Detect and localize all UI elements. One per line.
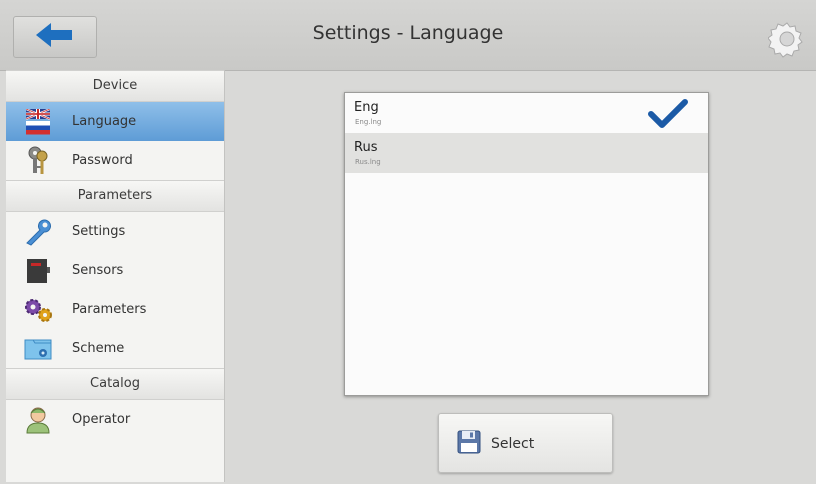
section-header-device: Device (6, 70, 224, 102)
header-bar: Settings - Language (0, 0, 816, 71)
sidebar-item-scheme[interactable]: Scheme (6, 329, 224, 368)
operator-icon (20, 405, 56, 435)
sidebar-item-settings[interactable]: Settings (6, 212, 224, 251)
sidebar-item-label: Language (72, 114, 137, 129)
list-item-eng[interactable]: Eng Eng.lng (345, 93, 708, 133)
sidebar-item-parameters[interactable]: Parameters (6, 290, 224, 329)
gears-icon (20, 295, 56, 325)
scheme-icon (20, 334, 56, 364)
language-name: Eng (354, 100, 379, 115)
sidebar-item-sensors[interactable]: Sensors (6, 251, 224, 290)
section-header-parameters: Parameters (6, 180, 224, 212)
page-title: Settings - Language (312, 22, 504, 44)
wrench-icon (20, 217, 56, 247)
floppy-disk-icon (457, 430, 481, 458)
language-file: Eng.lng (355, 118, 382, 126)
keys-icon (20, 146, 56, 176)
language-list: Eng Eng.lng Rus Rus.lng (344, 92, 709, 396)
sidebar: Device Language Password Parameters Sett… (6, 70, 225, 482)
sensor-icon (20, 256, 56, 286)
checkmark-icon (648, 99, 688, 133)
select-button[interactable]: Select (438, 413, 613, 473)
language-name: Rus (354, 140, 378, 155)
sidebar-item-operator[interactable]: Operator (6, 400, 224, 439)
sidebar-item-label: Sensors (72, 263, 124, 278)
sidebar-item-label: Password (72, 153, 133, 168)
sidebar-item-label: Scheme (72, 341, 125, 356)
section-header-catalog: Catalog (6, 368, 224, 400)
flag-icon (20, 107, 56, 137)
sidebar-item-language[interactable]: Language (6, 102, 224, 141)
sidebar-item-label: Settings (72, 224, 126, 239)
select-button-label: Select (491, 436, 535, 452)
sidebar-item-label: Operator (72, 412, 131, 427)
gear-icon (767, 22, 806, 62)
list-item-rus[interactable]: Rus Rus.lng (345, 133, 708, 173)
sidebar-item-label: Parameters (72, 302, 147, 317)
settings-gear-button[interactable] (767, 20, 806, 58)
sidebar-item-password[interactable]: Password (6, 141, 224, 180)
language-file: Rus.lng (355, 158, 381, 166)
